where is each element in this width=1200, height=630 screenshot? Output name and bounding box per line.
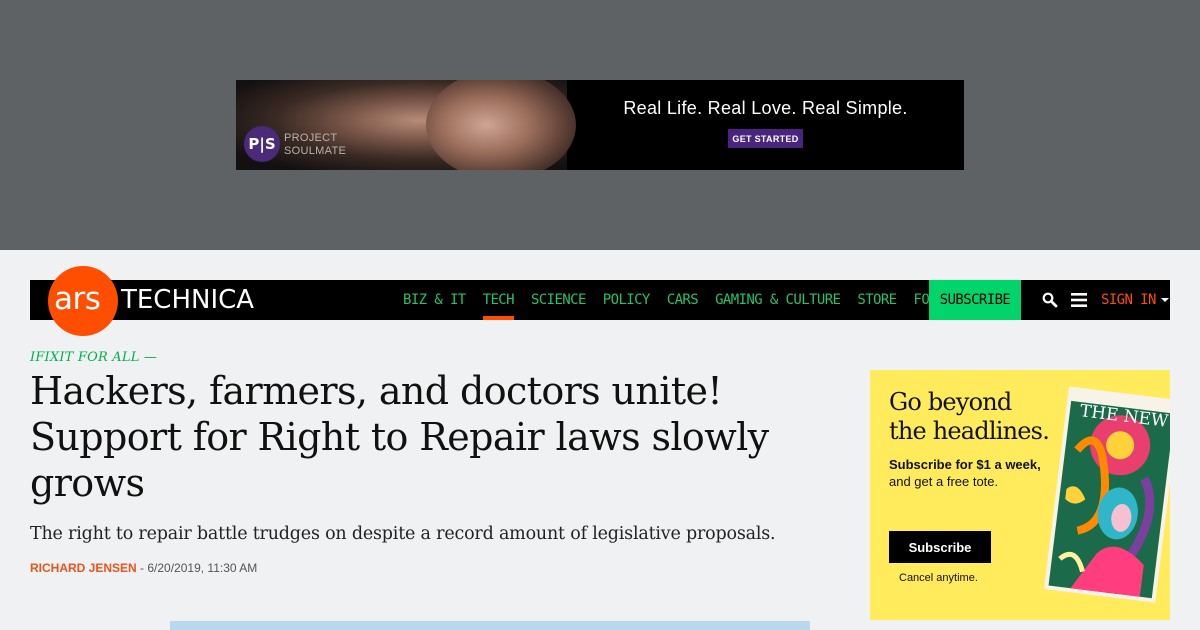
search-icon[interactable] bbox=[1042, 292, 1058, 308]
article-byline: RICHARD JENSEN - 6/20/2019, 11:30 AM bbox=[30, 561, 257, 575]
chevron-down-icon bbox=[1160, 298, 1169, 302]
nav-link-gaming-culture[interactable]: GAMING & CULTURE bbox=[715, 280, 841, 320]
ad-get-started-button[interactable]: GET STARTED bbox=[728, 129, 803, 148]
ad-brand-line1: PROJECT bbox=[284, 132, 338, 144]
project-soulmate-logo-icon: P|S bbox=[244, 126, 280, 162]
article-date: - 6/20/2019, 11:30 AM bbox=[140, 561, 258, 575]
ad-tagline: Real Life. Real Love. Real Simple. bbox=[623, 98, 908, 118]
hero-image bbox=[170, 621, 810, 630]
side-ad-headline-line2: the headlines. bbox=[889, 417, 1050, 445]
author-link[interactable]: RICHARD JENSEN bbox=[30, 561, 137, 575]
nav-link-store[interactable]: STORE bbox=[857, 280, 897, 320]
logo-technica-text[interactable]: TECHNICA bbox=[121, 285, 254, 315]
site-navbar: ars TECHNICA BIZ & IT TECH SCIENCE POLIC… bbox=[30, 266, 1170, 336]
ad-brand-line2: SOULMATE bbox=[284, 145, 347, 157]
sign-in-label: SIGN IN bbox=[1101, 292, 1156, 308]
side-ad-subscribe-button[interactable]: Subscribe bbox=[889, 531, 991, 563]
side-ad-offer-rest: and get a free tote. bbox=[889, 474, 999, 489]
nav-link-cars[interactable]: CARS bbox=[667, 280, 699, 320]
sign-in-link[interactable]: SIGN IN bbox=[1101, 280, 1169, 320]
new-yorker-magazine-cover-icon: THE NEW YORKER bbox=[1044, 386, 1170, 603]
logo-ars-text[interactable]: ars bbox=[54, 281, 101, 317]
subscribe-button[interactable]: SUBSCRIBE bbox=[929, 280, 1021, 320]
nav-link-tech[interactable]: TECH bbox=[482, 280, 515, 320]
article-headline: Hackers, farmers, and doctors unite! Sup… bbox=[30, 369, 769, 505]
nav-link-science[interactable]: SCIENCE bbox=[531, 280, 586, 320]
ad-photo: P|S PROJECT SOULMATE bbox=[236, 80, 576, 170]
ad-brand-name: PROJECT SOULMATE bbox=[284, 132, 346, 158]
side-ad-headline: Go beyond the headlines. bbox=[889, 388, 1050, 446]
top-ad-band: P|S PROJECT SOULMATE Real Life. Real Lov… bbox=[0, 0, 1200, 250]
side-ad-headline-line1: Go beyond bbox=[889, 388, 1012, 416]
side-ad-cancel-text: Cancel anytime. bbox=[899, 572, 978, 584]
top-ad-banner[interactable]: P|S PROJECT SOULMATE Real Life. Real Lov… bbox=[236, 80, 964, 170]
ad-photo-face bbox=[426, 80, 576, 170]
nav-links: BIZ & IT TECH SCIENCE POLICY CARS GAMING… bbox=[403, 280, 978, 320]
nav-link-biz-it[interactable]: BIZ & IT bbox=[403, 280, 466, 320]
side-ad-offer: Subscribe for $1 a week, and get a free … bbox=[889, 456, 1041, 490]
nav-link-policy[interactable]: POLICY bbox=[603, 280, 651, 320]
sidebar-ad[interactable]: Go beyond the headlines. Subscribe for $… bbox=[870, 370, 1170, 620]
hamburger-menu-icon[interactable] bbox=[1071, 293, 1087, 307]
article-dek: The right to repair battle trudges on de… bbox=[30, 524, 776, 544]
article-kicker: IFIXIT FOR ALL — bbox=[30, 350, 158, 365]
side-ad-offer-bold: Subscribe for $1 a week, bbox=[889, 457, 1041, 472]
